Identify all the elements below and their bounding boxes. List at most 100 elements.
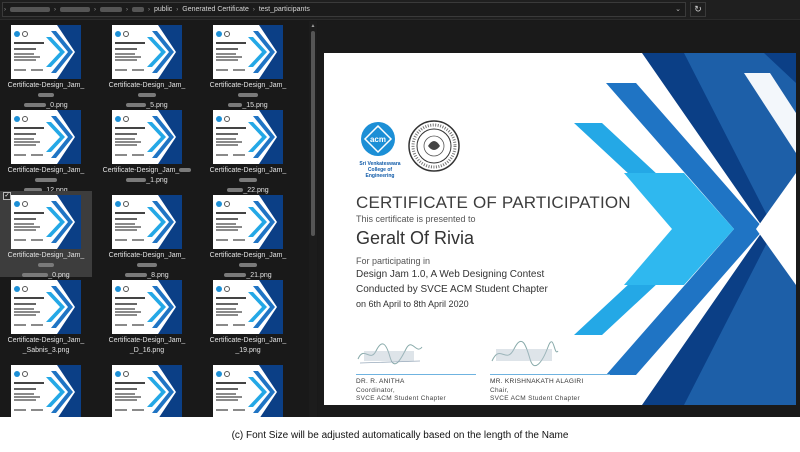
- thumbnail-tile[interactable]: Certificate-Design_Jam_ _19.png: [202, 276, 294, 362]
- thumbnail-tile[interactable]: [101, 361, 193, 417]
- signature-line: [356, 374, 476, 375]
- certificate-thumbnail: [213, 365, 283, 417]
- thumbnail-tile[interactable]: [202, 361, 294, 417]
- signature-image: [357, 343, 423, 365]
- acm-college-text: Sri Venkateswara College of Engineering: [356, 161, 404, 179]
- signatory-role: Coordinator,: [356, 387, 396, 394]
- thumbnail-tile[interactable]: [0, 361, 92, 417]
- chevron-right-icon: ›: [4, 6, 6, 13]
- certificate-thumbnail: [213, 25, 283, 79]
- caption-prefix: Certificate-Design_Jam_: [108, 82, 186, 89]
- thumbnail-tile[interactable]: Certificate-Design_Jam_ _8.png: [101, 191, 193, 279]
- thumbnail-tile[interactable]: Certificate-Design_Jam__12.png: [0, 106, 92, 194]
- chevron-right-icon: ›: [54, 6, 56, 13]
- conducted-by-text: Conducted by SVCE ACM Student Chapter: [356, 284, 548, 295]
- redacted-crumb: [10, 7, 50, 12]
- acm-logo: acm Sri Venkateswara College of Engineer…: [356, 121, 402, 191]
- acm-college-line2: College of Engineering: [365, 167, 395, 179]
- breadcrumb-generated-certificate[interactable]: Generated Certificate: [179, 6, 252, 13]
- caption-prefix: Certificate-Design_Jam_: [108, 252, 186, 259]
- breadcrumb-public[interactable]: public: [151, 6, 175, 13]
- caption-suffix: _D_16.png: [129, 347, 165, 354]
- certificate-thumbnail: [112, 365, 182, 417]
- certificate-title: CERTIFICATE OF PARTICIPATION: [356, 193, 631, 212]
- thumbnail-tile[interactable]: Certificate-Design_Jam_ _21.png: [202, 191, 294, 279]
- caption-suffix: _Sabnis_3.png: [22, 347, 70, 354]
- thumbnail-tile[interactable]: Certificate-Design_Jam_ _Sabnis_3.png: [0, 276, 92, 362]
- acm-diamond-icon: acm: [361, 122, 395, 156]
- thumbnail-caption: Certificate-Design_Jam_ _19.png: [202, 336, 294, 356]
- caption-prefix: Certificate-Design_Jam_: [108, 337, 186, 344]
- address-bar: › › › › › public › Generated Certificate…: [0, 0, 800, 20]
- event-name: Design Jam 1.0, A Web Designing Contest: [356, 269, 545, 280]
- redacted-text: [38, 263, 54, 268]
- signatory-org: SVCE ACM Student Chapter: [490, 395, 580, 402]
- caption-suffix: _19.png: [235, 347, 261, 354]
- thumbnail-tile[interactable]: Certificate-Design_Jam_ _0.png: [0, 21, 92, 109]
- participant-name: Geralt Of Rivia: [356, 228, 475, 248]
- caption-prefix: Certificate-Design_Jam_: [209, 82, 287, 89]
- thumbnail-tile[interactable]: Certificate-Design_Jam_ _5.png: [101, 21, 193, 109]
- caption-suffix: _1.png: [146, 177, 168, 184]
- signature-block: MR. KRISHNAKATH ALAGIRI Chair, SVCE ACM …: [490, 339, 610, 402]
- caption-prefix: Certificate-Design_Jam_: [7, 252, 85, 259]
- certificate-thumbnail: [11, 25, 81, 79]
- redacted-text: [138, 93, 156, 98]
- chevron-down-icon[interactable]: ⌄: [675, 5, 681, 13]
- redacted-text: [126, 178, 147, 183]
- scrollbar[interactable]: ▲: [309, 21, 317, 417]
- caption-prefix: Certificate-Design_Jam_: [102, 167, 180, 174]
- redacted-text: [38, 93, 54, 98]
- redacted-crumb: [60, 7, 90, 12]
- participating-text: For participating in: [356, 256, 431, 266]
- figure-caption: (c) Font Size will be adjusted automatic…: [231, 430, 569, 441]
- signature-block: DR. R. ANITHA Coordinator, SVCE ACM Stud…: [356, 339, 476, 402]
- thumbnail-caption: Certificate-Design_Jam_ _D_16.png: [101, 336, 193, 356]
- thumbnail-tile[interactable]: Certificate-Design_Jam_ _D_16.png: [101, 276, 193, 362]
- certificate-thumbnail: [11, 195, 81, 249]
- thumbnail-tile[interactable]: ✓ Certificate-Design_Jam_ _0.png: [0, 191, 92, 279]
- certificate-thumbnail: [112, 280, 182, 334]
- presented-to-text: This certificate is presented to: [356, 214, 476, 224]
- thumbnail-tile[interactable]: Certificate-Design_Jam_ _22.png: [202, 106, 294, 194]
- caption-prefix: Certificate-Design_Jam_: [209, 337, 287, 344]
- certificate-thumbnail: [112, 195, 182, 249]
- signature-image: [491, 340, 559, 367]
- caption-prefix: Certificate-Design_Jam_: [7, 167, 85, 174]
- signatory-name: MR. KRISHNAKATH ALAGIRI: [490, 378, 584, 385]
- checkbox-checked-icon[interactable]: ✓: [3, 192, 11, 200]
- redacted-text: [238, 93, 258, 98]
- signatory-name: DR. R. ANITHA: [356, 378, 405, 385]
- refresh-button[interactable]: ↻: [690, 2, 706, 17]
- certificate-thumbnail: [112, 110, 182, 164]
- redacted-text: [137, 263, 157, 268]
- refresh-icon: ↻: [694, 4, 702, 14]
- signatory-org: SVCE ACM Student Chapter: [356, 395, 446, 402]
- chevron-right-icon: ›: [126, 6, 128, 13]
- file-explorer-window: › › › › › public › Generated Certificate…: [0, 0, 800, 417]
- svce-seal-icon: [408, 120, 460, 172]
- redacted-crumb: [132, 7, 144, 12]
- redacted-text: [239, 178, 257, 183]
- signatory-role: Chair,: [490, 387, 509, 394]
- thumbnail-grid: Certificate-Design_Jam_ _0.png Certificate…: [0, 21, 308, 417]
- redacted-text: [179, 168, 192, 173]
- redacted-text: [35, 178, 57, 183]
- certificate-thumbnail: [11, 280, 81, 334]
- breadcrumb-test-participants[interactable]: test_participants: [256, 6, 313, 13]
- address-field[interactable]: › › › › › public › Generated Certificate…: [2, 2, 686, 17]
- caption-prefix: Certificate-Design_Jam_: [209, 167, 287, 174]
- caption-prefix: Certificate-Design_Jam_: [7, 337, 85, 344]
- thumbnail-tile[interactable]: Certificate-Design_Jam_ _1.png: [101, 106, 193, 192]
- certificate-thumbnail: [213, 280, 283, 334]
- thumbnail-caption: Certificate-Design_Jam_ _1.png: [101, 166, 193, 186]
- thumbnail-tile[interactable]: Certificate-Design_Jam_ _15.png: [202, 21, 294, 109]
- certificate-thumbnail: [112, 25, 182, 79]
- certificate-thumbnail: [213, 110, 283, 164]
- certificate-preview: acm Sri Venkateswara College of Engineer…: [324, 53, 796, 405]
- certificate-thumbnail: [11, 110, 81, 164]
- certificate-thumbnail: [11, 365, 81, 417]
- scroll-up-arrow-icon[interactable]: ▲: [309, 23, 317, 29]
- redacted-crumb: [100, 7, 122, 12]
- scrollbar-thumb[interactable]: [311, 31, 315, 236]
